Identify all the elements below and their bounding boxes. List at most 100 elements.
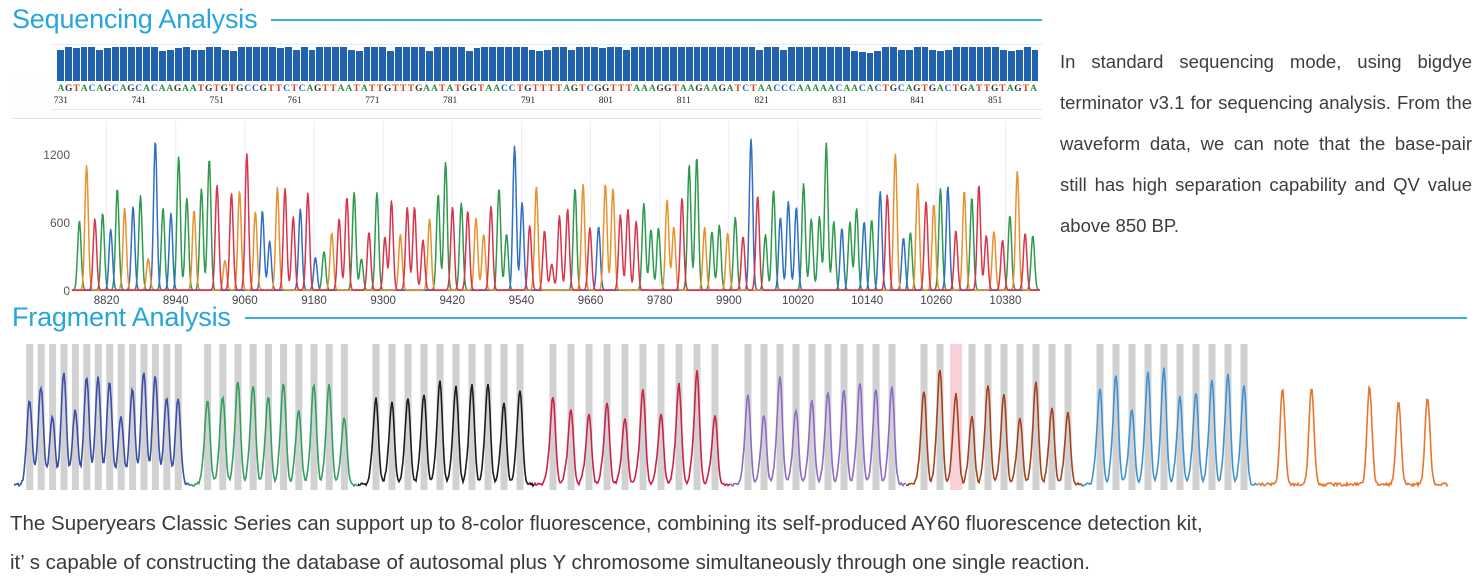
fragment-panel-dye-channel-brown[interactable]: [906, 342, 1082, 492]
base-call: A: [804, 83, 812, 94]
fragment-analysis-header: Fragment Analysis: [12, 302, 1467, 333]
fragment-panel-dye-channel-purple[interactable]: [730, 342, 906, 492]
quality-bar: [497, 47, 504, 81]
sequencing-analysis-title: Sequencing Analysis: [12, 4, 258, 34]
quality-bar: [229, 51, 237, 81]
quality-bar: [850, 51, 858, 81]
base-call: A: [726, 83, 734, 94]
quality-bar: [725, 47, 732, 81]
quality-bar: [151, 47, 159, 81]
base-call: A: [1030, 83, 1037, 94]
quality-bar: [929, 49, 937, 81]
base-position-tick: 741: [131, 96, 146, 106]
base-call: C: [858, 83, 866, 94]
quality-bar: [481, 47, 489, 81]
base-call: G: [959, 83, 968, 94]
base-call: T: [407, 83, 415, 94]
base-call: A: [345, 83, 353, 94]
base-call: T: [197, 83, 205, 94]
base-call: A: [687, 83, 695, 94]
quality-bar: [756, 49, 764, 81]
base-call: T: [610, 83, 617, 94]
base-call: T: [983, 83, 991, 94]
base-call: T: [353, 83, 360, 94]
base-call: A: [158, 83, 166, 94]
base-call: G: [990, 83, 999, 94]
quality-bar: [882, 47, 890, 81]
base-call: A: [57, 83, 65, 94]
base-call: C: [586, 83, 594, 94]
fragment-panel-dye-channel-red[interactable]: [534, 342, 730, 492]
quality-bar: [528, 49, 536, 81]
base-call: A: [96, 83, 104, 94]
quality-bar: [355, 51, 363, 81]
fragment-bin: [603, 344, 611, 490]
base-position-tick: 811: [676, 96, 691, 106]
quality-bar: [1015, 50, 1023, 81]
quality-bar: [662, 47, 670, 81]
quality-bar: [284, 47, 292, 81]
quality-bar: [277, 47, 284, 81]
fragment-peak-trace: [1082, 367, 1258, 487]
sequencing-analysis-header: Sequencing Analysis: [12, 4, 1042, 35]
base-call: C: [135, 83, 143, 94]
fragment-trace-svg: [14, 344, 190, 490]
quality-bar: [630, 47, 638, 81]
base-call: C: [244, 83, 252, 94]
fragment-panel-dye-channel-blue[interactable]: [14, 342, 190, 492]
quality-bar: [583, 47, 591, 81]
base-position-tick: 771: [365, 96, 380, 106]
fragment-trace-svg: [190, 344, 358, 490]
quality-bar: [740, 47, 748, 81]
base-call: A: [851, 83, 859, 94]
base-call: T: [617, 83, 625, 94]
base-call: C: [742, 83, 750, 94]
base-call: T: [330, 83, 337, 94]
base-call: T: [540, 83, 547, 94]
base-call: G: [259, 83, 267, 94]
base-call: A: [703, 83, 711, 94]
fragment-panel-dye-channel-green[interactable]: [190, 342, 358, 492]
base-call: A: [181, 83, 189, 94]
quality-bar: [685, 47, 693, 81]
quality-bar: [858, 51, 866, 81]
quality-bar: [945, 50, 952, 81]
quality-bar: [897, 50, 905, 81]
fragment-panel-dye-channel-black[interactable]: [358, 342, 534, 492]
trace-svg: [68, 121, 1041, 292]
fragment-panel-dye-channel-orange[interactable]: [1258, 342, 1448, 492]
base-call: T: [532, 83, 539, 94]
base-call: A: [967, 83, 975, 94]
base-call: T: [555, 83, 563, 94]
quality-bar: [292, 50, 300, 81]
quality-bar: [332, 47, 339, 81]
base-call: T: [734, 83, 742, 94]
base-call: A: [337, 83, 345, 94]
base-call: C: [283, 83, 290, 94]
quality-bar: [449, 47, 457, 81]
base-call: G: [524, 83, 532, 94]
base-call: C: [874, 83, 882, 94]
quality-bar: [1007, 51, 1015, 81]
fragment-header-rule: [244, 316, 1467, 319]
fragment-panel-dye-channel-lightblue[interactable]: [1082, 342, 1258, 492]
quality-bar: [764, 47, 772, 81]
base-call: T: [400, 83, 407, 94]
quality-bar: [387, 51, 394, 81]
base-call: C: [897, 83, 905, 94]
base-call: A: [812, 83, 820, 94]
quality-bar: [646, 47, 654, 81]
fragment-bin: [340, 344, 348, 490]
quality-bar: [96, 49, 104, 81]
base-call: C: [111, 83, 119, 94]
base-call: T: [579, 83, 586, 94]
base-call: G: [656, 83, 664, 94]
base-call: C: [508, 83, 516, 94]
quality-bar: [465, 51, 473, 81]
base-call: G: [1014, 83, 1022, 94]
fragment-bin: [1048, 344, 1056, 490]
base-call: G: [664, 83, 672, 94]
base-call: T: [228, 83, 236, 94]
base-call: G: [461, 83, 470, 94]
base-call: A: [143, 83, 150, 94]
